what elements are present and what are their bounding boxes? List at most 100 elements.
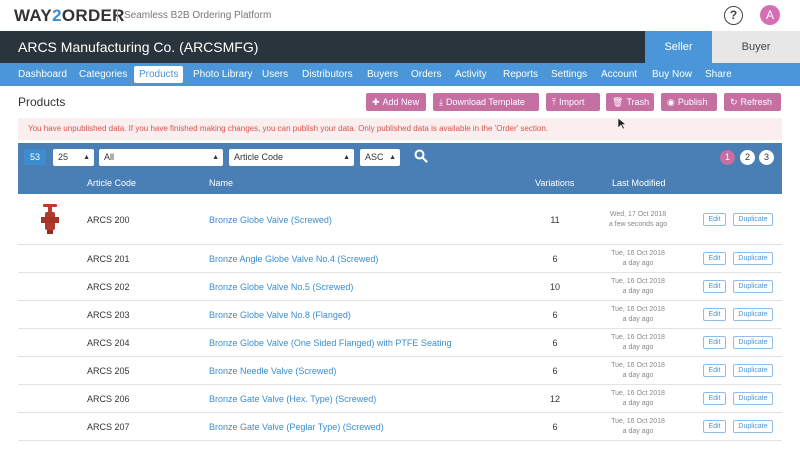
publish-button[interactable]: ◉ Publish [661,93,717,111]
last-modified-date: Tue, 16 Oct 2018 [611,278,665,285]
last-modified-relative: a day ago [622,428,654,435]
edit-button[interactable]: Edit [703,336,726,349]
product-name-link[interactable]: Bronze Globe Valve (Screwed) [209,215,332,225]
last-modified-relative: a day ago [622,372,654,379]
duplicate-button[interactable]: Duplicate [733,420,773,433]
trash-button[interactable]: 🗑 Trash [606,93,654,111]
column-header-variations[interactable]: Variations [535,178,574,188]
nav-item-users[interactable]: Users [257,66,293,83]
duplicate-button[interactable]: Duplicate [733,212,773,226]
unpublished-alert: You have unpublished data. If you have f… [18,118,782,140]
last-modified-date: Tue, 16 Oct 2018 [611,250,665,257]
edit-button[interactable]: Edit [703,212,726,226]
logo[interactable]: WAY2ORDER [14,6,125,26]
table-row[interactable]: ARCS 201 Bronze Angle Globe Valve No.4 (S… [18,245,782,273]
nav-item-photo-library[interactable]: Photo Library [188,66,257,83]
last-modified: Tue, 16 Oct 2018 a day ago [578,249,698,269]
table-row[interactable]: ARCS 200 Bronze Globe Valve (Screwed) 11 We… [18,194,782,245]
page-button-2[interactable]: 2 [740,150,755,165]
select-caret-icon: ▲ [389,154,396,161]
edit-button[interactable]: Edit [703,392,726,405]
product-name-link[interactable]: Bronze Gate Valve (Peglar Type) (Screwed… [209,422,384,432]
variations-count: 11 [550,214,560,225]
article-code: ARCS 202 [87,282,130,292]
product-name-link[interactable]: Bronze Angle Globe Valve No.4 (Screwed) [209,254,378,264]
edit-button[interactable]: Edit [703,280,726,293]
product-name-link[interactable]: Bronze Globe Valve No.5 (Screwed) [209,282,353,292]
table-row[interactable]: ARCS 203 Bronze Globe Valve No.8 (Flanged… [18,301,782,329]
buyer-tab[interactable]: Buyer [712,31,800,63]
category-select[interactable]: All ▲ [99,149,223,166]
last-modified-relative: a day ago [622,260,654,267]
duplicate-button[interactable]: Duplicate [733,252,773,265]
duplicate-button[interactable]: Duplicate [733,308,773,321]
product-name-link[interactable]: Bronze Globe Valve No.8 (Flanged) [209,310,351,320]
mouse-cursor-icon [618,118,627,130]
last-modified-relative: a few seconds ago [608,220,668,228]
avatar[interactable]: A [760,5,780,25]
table-row[interactable]: ARCS 202 Bronze Globe Valve No.5 (Screwed… [18,273,782,301]
variations-count: 6 [552,310,558,320]
select-caret-icon: ▲ [83,154,90,161]
edit-button[interactable]: Edit [703,252,726,265]
category-value: All [104,152,115,162]
page-button-1[interactable]: 1 [720,150,735,165]
upload-icon: ⤒ [552,97,556,107]
column-header-name[interactable]: Name [209,178,233,188]
last-modified: Tue, 16 Oct 2018 a day ago [578,277,698,297]
sort-direction-select[interactable]: ASC ▲ [360,149,400,166]
last-modified-relative: a day ago [622,288,654,295]
nav-item-reports[interactable]: Reports [498,66,543,83]
help-icon[interactable]: ? [724,6,743,25]
import-button[interactable]: ⤒ Import [546,93,600,111]
table-row[interactable]: ARCS 207 Bronze Gate Valve (Peglar Type) … [18,413,782,441]
search-icon[interactable] [414,149,428,163]
nav-item-buyers[interactable]: Buyers [362,66,403,83]
page-size-select[interactable]: 25 ▲ [53,149,94,166]
last-modified-relative: a day ago [622,400,654,407]
nav-item-categories[interactable]: Categories [74,66,132,83]
sort-field-select[interactable]: Article Code ▲ [229,149,354,166]
page-button-3[interactable]: 3 [759,150,774,165]
duplicate-button[interactable]: Duplicate [733,392,773,405]
duplicate-button[interactable]: Duplicate [733,336,773,349]
duplicate-button[interactable]: Duplicate [733,364,773,377]
download-template-button[interactable]: ⤓ Download Template [433,93,539,111]
sort-field-value: Article Code [234,152,284,162]
sort-direction-value: ASC [365,152,384,162]
seller-tab[interactable]: Seller [645,31,712,63]
publish-label: Publish [677,97,708,107]
nav-item-activity[interactable]: Activity [450,66,492,83]
last-modified-date: Tue, 16 Oct 2018 [611,362,665,369]
column-header-article-code[interactable]: Article Code [87,178,136,188]
nav-item-distributors[interactable]: Distributors [297,66,358,83]
top-bar: WAY2ORDER Seamless B2B Ordering Platform… [0,0,800,31]
nav-item-settings[interactable]: Settings [546,66,592,83]
nav-item-dashboard[interactable]: Dashboard [13,66,72,83]
table-row[interactable]: ARCS 206 Bronze Gate Valve (Hex. Type) (S… [18,385,782,413]
product-name-link[interactable]: Bronze Gate Valve (Hex. Type) (Screwed) [209,394,376,404]
table-row[interactable]: ARCS 204 Bronze Globe Valve (One Sided Fl… [18,329,782,357]
article-code: ARCS 201 [87,254,130,264]
duplicate-button[interactable]: Duplicate [733,280,773,293]
company-name: ARCS Manufacturing Co. (ARCSMFG) [18,39,259,55]
edit-button[interactable]: Edit [703,308,726,321]
last-modified: Tue, 16 Oct 2018 a day ago [578,305,698,325]
nav-item-buy-now[interactable]: Buy Now [647,66,697,83]
last-modified: Tue, 16 Oct 2018 a day ago [578,389,698,409]
nav-item-orders[interactable]: Orders [406,66,447,83]
column-header-last-modified[interactable]: Last Modified [612,178,666,188]
edit-button[interactable]: Edit [703,364,726,377]
add-new-button[interactable]: ✚ Add New [366,93,426,111]
product-name-link[interactable]: Bronze Needle Valve (Screwed) [209,366,336,376]
last-modified-relative: a day ago [622,316,654,323]
page-size-value: 25 [58,152,69,162]
product-name-link[interactable]: Bronze Globe Valve (One Sided Flanged) w… [209,338,451,348]
table-row[interactable]: ARCS 205 Bronze Needle Valve (Screwed) 6 Tu… [18,357,782,385]
nav-item-products[interactable]: Products [134,66,184,83]
refresh-button[interactable]: ↻ Refresh [724,93,781,111]
nav-item-account[interactable]: Account [596,66,642,83]
edit-button[interactable]: Edit [703,420,726,433]
trash-label: Trash [626,97,650,107]
nav-item-share[interactable]: Share [700,66,737,83]
